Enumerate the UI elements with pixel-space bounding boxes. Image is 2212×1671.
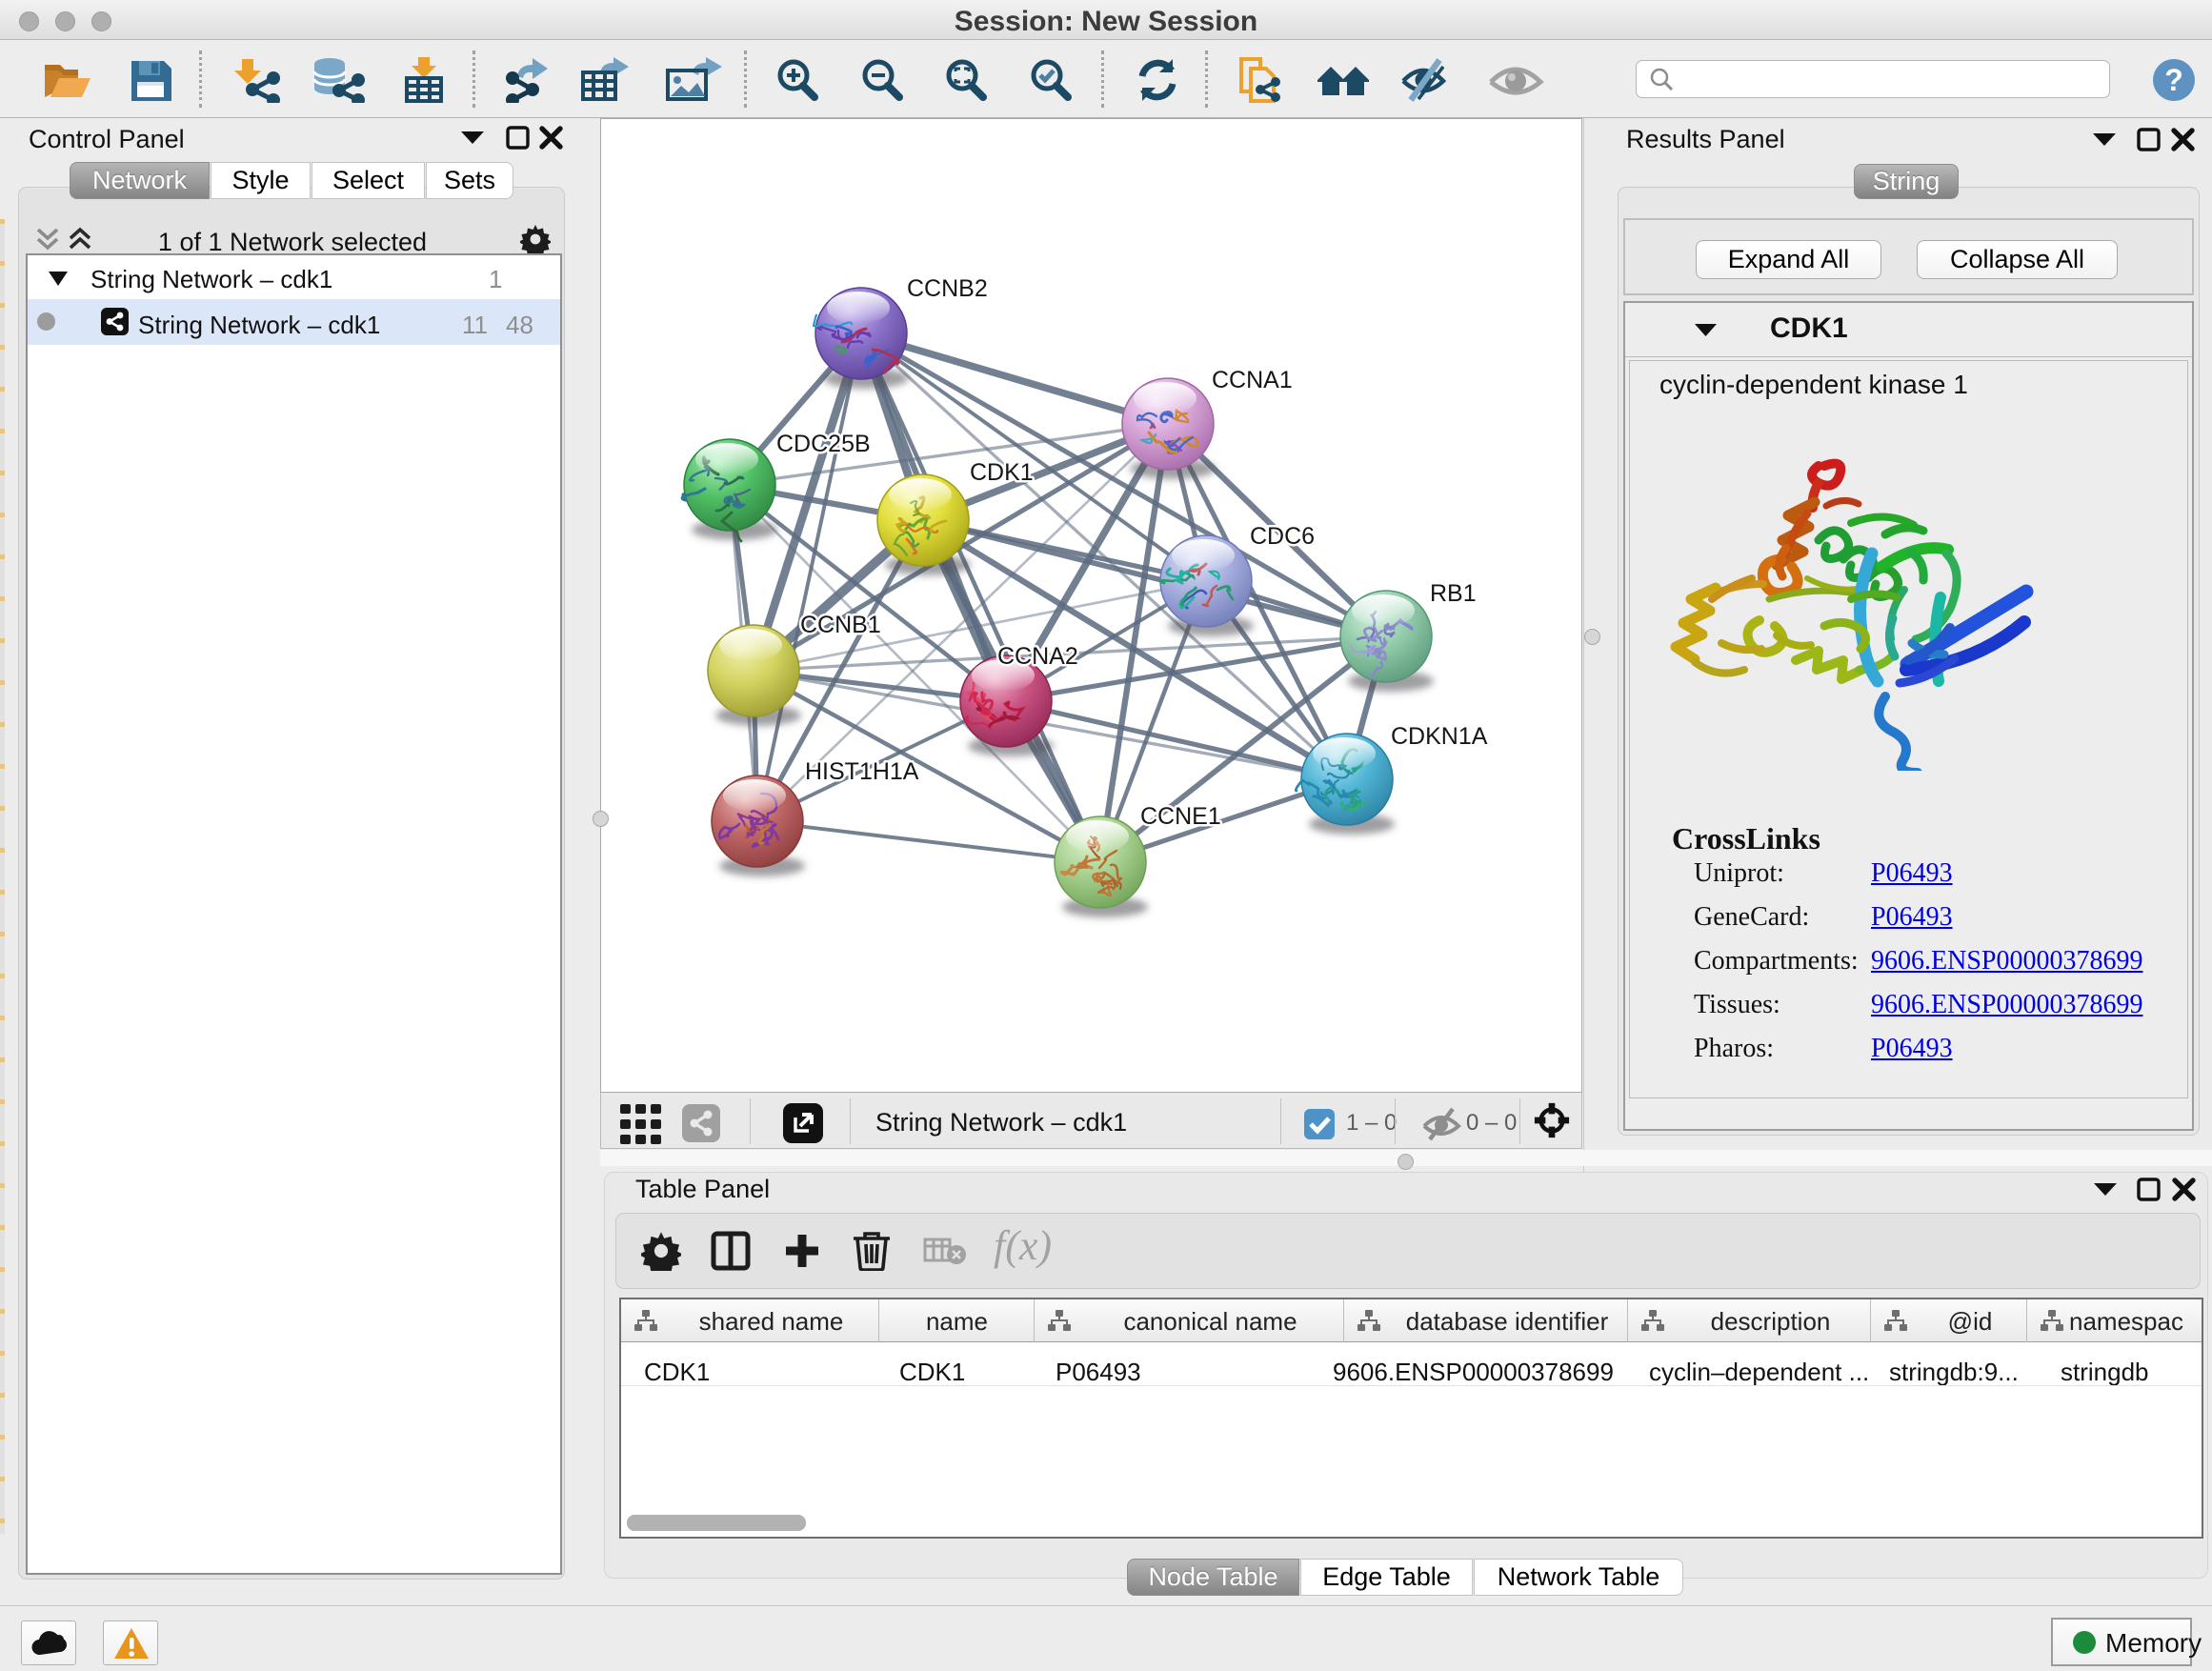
svg-text:HIST1H1A: HIST1H1A xyxy=(805,758,919,785)
svg-text:CDKN1A: CDKN1A xyxy=(1391,723,1488,750)
svg-text:CDC6: CDC6 xyxy=(1250,523,1315,550)
svg-text:CCNB2: CCNB2 xyxy=(907,275,988,302)
svg-text:CCNE1: CCNE1 xyxy=(1140,803,1221,830)
svg-text:CCNB1: CCNB1 xyxy=(800,612,881,638)
svg-text:CDC25B: CDC25B xyxy=(776,431,871,457)
svg-text:CCNA2: CCNA2 xyxy=(997,643,1078,670)
svg-text:RB1: RB1 xyxy=(1430,580,1477,607)
svg-text:?: ? xyxy=(2164,63,2183,97)
svg-text:CCNA1: CCNA1 xyxy=(1212,367,1293,393)
svg-text:CDK1: CDK1 xyxy=(970,459,1034,486)
